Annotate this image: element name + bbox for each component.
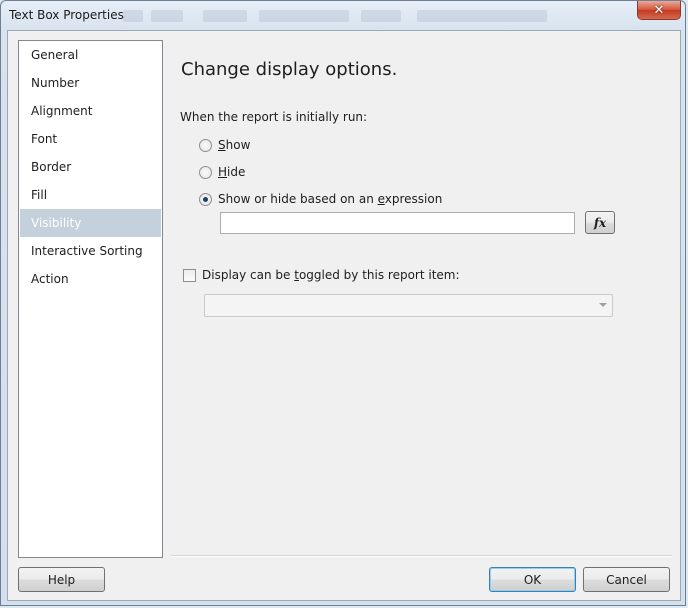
expression-input[interactable] (220, 212, 575, 234)
nav-item-general[interactable]: General (20, 41, 161, 69)
title-bar[interactable]: Text Box Properties ✕ (1, 1, 687, 31)
chevron-down-icon (599, 303, 607, 307)
nav-item-interactive-sorting[interactable]: Interactive Sorting (20, 237, 161, 265)
background-ghost (361, 10, 401, 22)
background-ghost (417, 10, 547, 22)
nav-item-label: Interactive Sorting (31, 244, 143, 258)
nav-item-label: Font (31, 132, 58, 146)
close-icon: ✕ (653, 2, 665, 18)
nav-item-action[interactable]: Action (20, 265, 161, 293)
show-radio[interactable] (199, 139, 212, 152)
hide-radio[interactable] (199, 166, 212, 179)
expression-radio-label[interactable]: Show or hide based on an expression (218, 192, 442, 206)
dialog-window: Text Box Properties ✕ General Number Ali… (0, 0, 686, 606)
nav-item-label: Fill (31, 188, 48, 202)
nav-item-label: General (31, 48, 79, 62)
close-button[interactable]: ✕ (637, 1, 681, 20)
hide-radio-label[interactable]: Hide (218, 165, 245, 179)
nav-item-alignment[interactable]: Alignment (20, 97, 161, 125)
nav-item-label: Action (31, 272, 69, 286)
toggle-item-dropdown[interactable] (204, 294, 613, 317)
nav-item-label: Number (31, 76, 80, 90)
background-ghost (123, 10, 143, 22)
ok-button[interactable]: OK (489, 567, 576, 592)
window-title: Text Box Properties (9, 8, 124, 22)
page-heading: Change display options. (181, 59, 398, 80)
dialog-client-area: General Number Alignment Font Border Fil… (7, 30, 681, 601)
nav-item-label: Visibility (31, 216, 82, 230)
background-ghost (151, 10, 183, 22)
page-list: General Number Alignment Font Border Fil… (18, 40, 163, 558)
cancel-button[interactable]: Cancel (583, 567, 670, 592)
nav-item-number[interactable]: Number (20, 69, 161, 97)
expression-radio[interactable] (199, 193, 212, 206)
nav-item-font[interactable]: Font (20, 125, 161, 153)
footer-divider (171, 555, 672, 557)
show-radio-label[interactable]: Show (218, 138, 250, 152)
background-ghost (259, 10, 349, 22)
nav-item-visibility[interactable]: Visibility (20, 209, 161, 237)
nav-item-fill[interactable]: Fill (20, 181, 161, 209)
toggle-checkbox[interactable] (183, 269, 196, 282)
function-icon: fx (593, 215, 607, 230)
help-button[interactable]: Help (18, 567, 105, 592)
nav-item-label: Alignment (31, 104, 93, 118)
nav-item-border[interactable]: Border (20, 153, 161, 181)
nav-item-label: Border (31, 160, 72, 174)
background-ghost (203, 10, 247, 22)
initial-visibility-label: When the report is initially run: (180, 110, 368, 124)
toggle-checkbox-label[interactable]: Display can be toggled by this report it… (202, 268, 460, 282)
expression-builder-button[interactable]: fx (585, 211, 615, 234)
